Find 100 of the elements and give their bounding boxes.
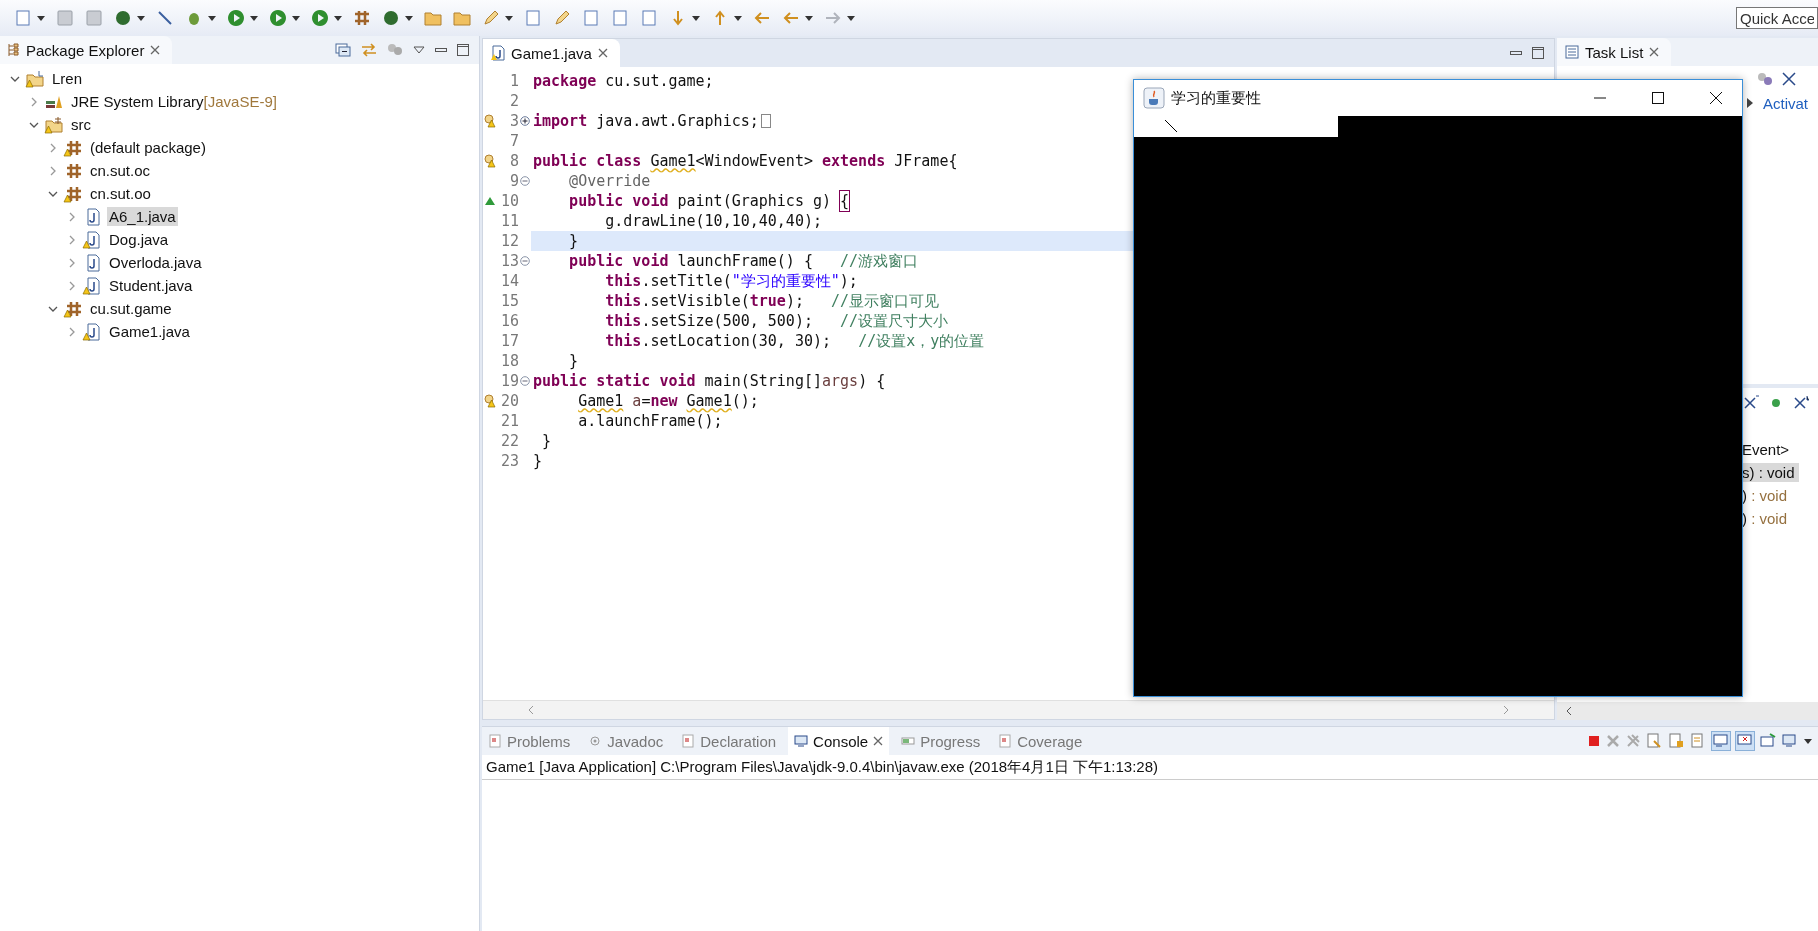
view-tab[interactable]: Progress [895,727,987,755]
monitor-icon [794,734,809,748]
code-line: } [532,451,544,471]
drawn-line [1164,119,1178,133]
editor-tab[interactable]: Game1.java [483,39,620,67]
maximize-icon[interactable] [457,44,469,56]
caret-icon[interactable] [734,15,742,21]
view-tab[interactable]: Declaration [675,727,783,755]
code-line: public static void main(String[]args) { [532,371,887,391]
view-tab[interactable]: Console [788,727,890,755]
chevron-right-icon[interactable] [48,142,58,153]
folded-code-icon[interactable] [760,113,771,129]
line-number: 18 [499,352,519,370]
caret-icon[interactable] [405,15,413,21]
pen-icon[interactable] [482,9,500,27]
folder-icon[interactable] [453,9,471,27]
view-tab[interactable]: Coverage [992,727,1089,755]
caret-icon[interactable] [334,15,342,21]
tree-item[interactable]: Dog.java [107,230,171,249]
collapse-fold-icon[interactable] [520,176,530,186]
minimize-icon[interactable] [1510,51,1522,55]
tree-item[interactable]: Lren [50,69,85,88]
outline-item[interactable]: Event> [1742,440,1794,459]
chevron-right-icon[interactable] [67,234,77,245]
collapse-fold-icon[interactable] [520,376,530,386]
line-number: 12 [499,232,519,250]
collapse-all-icon[interactable] [335,43,351,57]
chevron-right-icon[interactable] [67,257,77,268]
view-tab[interactable]: Task List [1557,38,1672,66]
code-line: g.drawLine(10,10,40,40); [604,211,823,231]
new-file-icon[interactable] [14,9,32,27]
tree-item[interactable]: src [69,115,93,134]
new-package-icon[interactable] [353,9,371,27]
java-cup-icon [1143,87,1165,109]
expand-fold-icon[interactable] [520,116,530,126]
at-sign-icon [588,734,603,748]
java-file-icon [491,45,505,61]
tree-item[interactable]: (default package) [88,138,208,157]
chevron-right-icon[interactable] [67,280,77,291]
tree-item[interactable]: A6_1.java [107,207,178,226]
code-line: this.setSize(500, 500); //设置尺寸大小 [604,311,950,331]
dot-icon[interactable] [1770,397,1782,409]
tree-item[interactable]: Game1.java [107,322,192,341]
tree-item[interactable]: Overloda.java [107,253,204,272]
line-number: 9 [508,172,519,190]
tree-item[interactable]: JRE System Library[JavaSE-9] [69,92,279,111]
line-number: 22 [499,432,519,450]
maximize-icon[interactable] [1532,47,1544,59]
caret-icon[interactable] [692,15,700,21]
chevron-right-icon[interactable] [67,326,77,337]
stop-icon[interactable] [1588,735,1600,747]
code-line: this.setLocation(30, 30); //设置x，y的位置 [604,331,986,351]
caret-icon[interactable] [137,15,145,21]
run-icon[interactable] [227,9,245,27]
view-tab[interactable]: Javadoc [582,727,670,755]
caret-icon[interactable] [1804,738,1812,744]
line-number: 16 [499,312,519,330]
scroll-right-icon[interactable] [1502,705,1510,715]
code-line: } [568,351,580,371]
task-list-icon [1565,45,1579,59]
view-tab[interactable]: Problems [482,727,577,755]
outline-item[interactable]: s) : void [1742,463,1799,482]
scroll-left-icon[interactable] [1565,706,1573,716]
caret-icon[interactable] [505,15,513,21]
view-menu-icon[interactable] [413,46,425,54]
caret-icon[interactable] [292,15,300,21]
collapse-fold-icon[interactable] [520,256,530,266]
close-icon[interactable] [1709,91,1723,105]
horizontal-scrollbar[interactable] [1557,702,1818,720]
chevron-right-icon[interactable] [48,165,58,176]
line-number: 7 [508,132,519,150]
quick-access-field[interactable]: Quick Acce [1736,7,1818,29]
tree-item[interactable]: Student.java [107,276,195,295]
chevron-right-icon[interactable] [29,96,39,107]
maximize-icon[interactable] [1651,91,1665,105]
expand-triangle-icon[interactable] [1747,98,1753,108]
line-number: 14 [499,272,519,290]
caret-icon[interactable] [805,15,813,21]
caret-icon[interactable] [250,15,258,21]
code-line: a.launchFrame(); [577,411,724,431]
caret-icon[interactable] [37,15,45,21]
horizontal-scrollbar[interactable] [483,700,1554,719]
package-explorer-icon [8,43,20,57]
tree-item[interactable]: cn.sut.oc [88,161,153,180]
progress-icon [901,734,916,748]
line-number: 10 [499,192,519,210]
line-number: 23 [499,452,519,470]
open-folder-icon[interactable] [424,9,442,27]
caret-icon[interactable] [208,15,216,21]
tree-item[interactable]: cn.sut.oo [88,184,153,203]
activate-link[interactable]: Activat [1763,94,1808,112]
tree-item[interactable]: cu.sut.game [88,299,174,318]
minimize-icon[interactable] [435,48,447,52]
view-tab[interactable]: Package Explorer [0,36,173,64]
caret-icon[interactable] [847,15,855,21]
scroll-left-icon[interactable] [527,705,535,715]
code-line: public void launchFrame() { //游戏窗口 [568,251,920,271]
code-line: package cu.sut.game; [532,71,715,91]
chevron-right-icon[interactable] [67,211,77,222]
line-number: 21 [499,412,519,430]
